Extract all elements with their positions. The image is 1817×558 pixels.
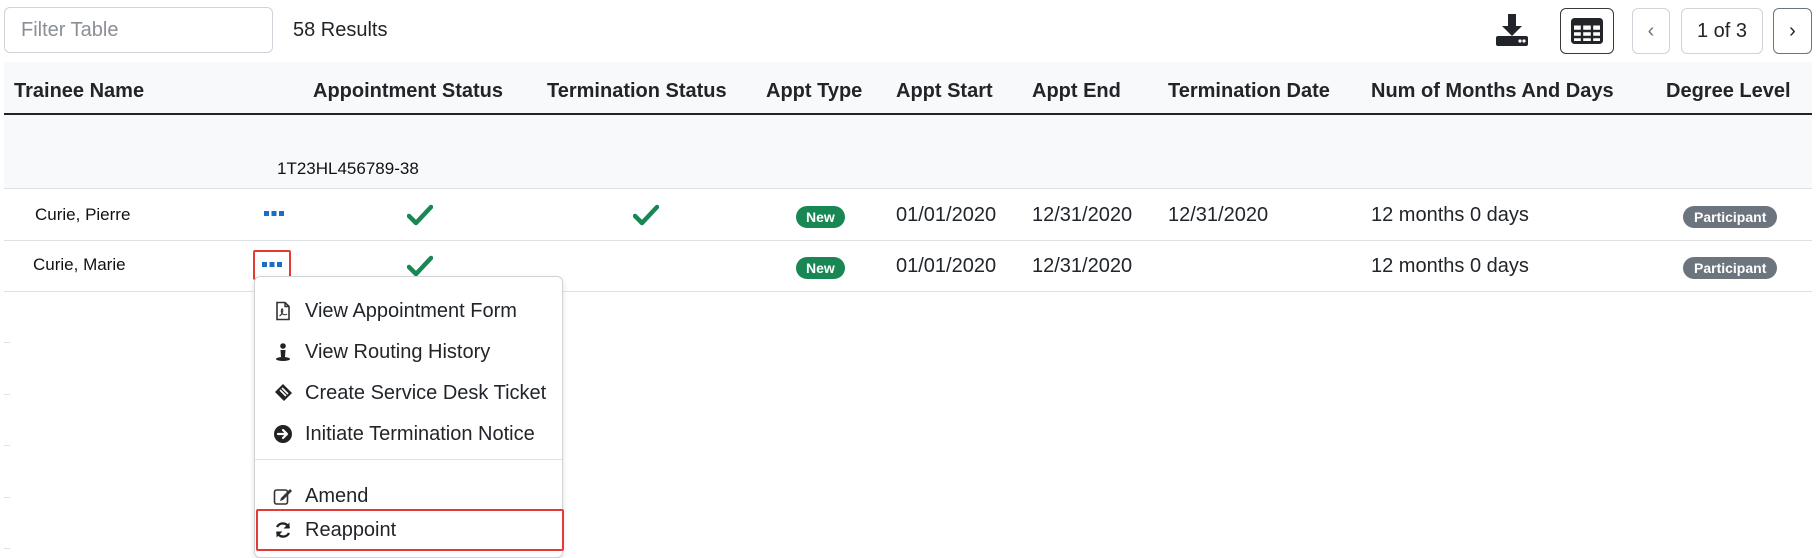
menu-item-view-routing-history[interactable]: View Routing History <box>273 335 490 369</box>
menu-item-label: Create Service Desk Ticket <box>305 381 547 404</box>
degree-level-badge: Participant <box>1683 206 1778 228</box>
edit-icon <box>273 489 292 505</box>
row-divider <box>4 497 10 498</box>
menu-item-label: View Appointment Form <box>305 299 517 322</box>
trainee-name: Curie, Marie <box>33 255 126 274</box>
group-row <box>4 115 1812 189</box>
download-icon <box>1496 14 1528 46</box>
col-header-appt-start[interactable]: Appt Start <box>896 80 993 103</box>
appt-start-date: 01/01/2020 <box>896 204 997 226</box>
months-days: 12 months 0 days <box>1371 204 1529 226</box>
menu-item-label: View Routing History <box>305 340 491 363</box>
row-divider <box>4 548 10 549</box>
pdf-file-icon <box>276 301 290 321</box>
col-header-termination-date[interactable]: Termination Date <box>1168 80 1330 103</box>
appt-start-date: 01/01/2020 <box>896 255 997 277</box>
appt-type-badge: New <box>796 206 845 228</box>
menu-item-amend[interactable]: Amend <box>273 479 368 513</box>
col-header-months-days[interactable]: Num of Months And Days <box>1371 80 1614 103</box>
months-days: 12 months 0 days <box>1371 255 1529 277</box>
col-header-trainee-name[interactable]: Trainee Name <box>14 80 144 103</box>
appt-type-badge: New <box>796 257 845 279</box>
pager-prev-button[interactable]: ‹ <box>1632 8 1670 54</box>
pager-page-indicator: 1 of 3 <box>1681 8 1763 54</box>
termination-date: 12/31/2020 <box>1168 204 1269 226</box>
row-actions-button[interactable] <box>263 207 285 221</box>
menu-item-label: Amend <box>305 484 369 507</box>
download-button[interactable] <box>1487 8 1537 52</box>
row-divider <box>4 445 10 446</box>
menu-item-view-appointment-form[interactable]: View Appointment Form <box>273 294 517 328</box>
table-view-button[interactable] <box>1560 8 1614 54</box>
more-dots-icon <box>262 262 282 267</box>
degree-level-badge: Participant <box>1683 257 1778 279</box>
menu-item-reappoint[interactable]: Reappoint <box>273 513 396 547</box>
grant-number-label: 1T23HL456789-38 <box>277 159 419 178</box>
menu-item-create-service-desk-ticket[interactable]: Create Service Desk Ticket <box>273 376 546 410</box>
row-divider <box>4 394 10 395</box>
row-divider <box>4 342 10 343</box>
appt-end-date: 12/31/2020 <box>1032 255 1133 277</box>
menu-item-initiate-termination-notice[interactable]: Initiate Termination Notice <box>273 417 535 451</box>
ticket-icon <box>275 384 292 401</box>
check-icon <box>407 204 433 226</box>
filter-table-input[interactable] <box>4 7 273 53</box>
arrow-circle-right-icon <box>274 425 292 443</box>
row-actions-menu: View Appointment Form View Routing Histo… <box>254 276 564 558</box>
trainee-name: Curie, Pierre <box>35 205 131 224</box>
col-header-appt-end[interactable]: Appt End <box>1032 80 1121 103</box>
more-dots-icon <box>264 211 284 216</box>
check-icon <box>633 204 659 226</box>
pager-next-button[interactable]: › <box>1773 8 1812 54</box>
col-header-degree-level[interactable]: Degree Level <box>1666 80 1791 103</box>
col-header-termination-status[interactable]: Termination Status <box>547 80 727 103</box>
menu-divider <box>255 459 562 460</box>
menu-item-label: Initiate Termination Notice <box>305 422 535 445</box>
appt-end-date: 12/31/2020 <box>1032 204 1133 226</box>
refresh-icon <box>275 522 291 538</box>
results-count: 58 Results <box>293 19 388 41</box>
col-header-appt-type[interactable]: Appt Type <box>766 80 862 103</box>
check-icon <box>407 255 433 277</box>
col-header-appointment-status[interactable]: Appointment Status <box>313 80 503 103</box>
menu-item-label: Reappoint <box>305 518 397 541</box>
table-grid-icon <box>1571 18 1603 44</box>
row-divider <box>4 240 1812 241</box>
person-route-icon <box>276 343 290 361</box>
